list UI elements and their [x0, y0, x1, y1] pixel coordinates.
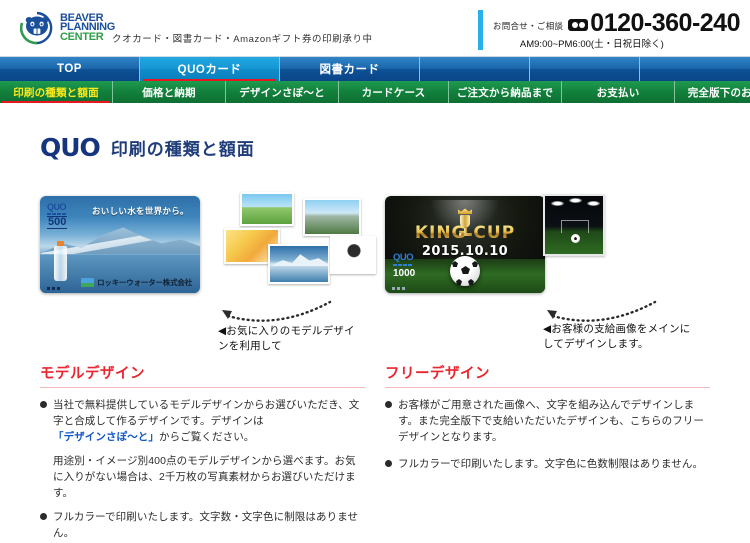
header-tagline: クオカード・図書カード・Amazonギフト券の印刷承り中 [112, 34, 373, 45]
contact-block: お問合せ・ご相談 0120-360-240 AM9:00~PM6:00(土・日祝… [477, 9, 740, 50]
bullet-dot-icon [385, 460, 392, 467]
nav-tab-empty-3[interactable] [640, 57, 750, 81]
nav-tab-top[interactable]: TOP [0, 57, 140, 81]
nav-tab-tosho-card[interactable]: 図書カード [280, 57, 420, 81]
model-design-subparagraph: 用途別・イメージ別400点のモデルデザインから選べます。お気に入りがない場合は、… [53, 455, 356, 499]
bullet-dot-icon [40, 513, 47, 520]
nav-tab-tosho-card-label: 図書カード [319, 64, 380, 76]
card-quo-badge: QUO 1000 [393, 253, 425, 279]
contact-label: お問合せ・ご相談 [492, 21, 564, 31]
card-punch-marks [47, 287, 60, 290]
site-header: BEAVER PLANNING CENTER クオカード・図書カード・Amazo… [0, 0, 750, 56]
subnav-print-types-label: 印刷の種類と額面 [13, 86, 99, 99]
subnav-complete-artwork[interactable]: 完全版下のお客様 [675, 81, 750, 103]
card-quo-label: QUO [393, 252, 414, 263]
bullet-item: お客様がご用意された画像へ、文字を組み込んでデザインします。また完全版下で支給い… [385, 397, 710, 445]
bullet-text: お客様がご用意された画像へ、文字を組み込んでデザインします。また完全版下で支給い… [398, 399, 705, 443]
card-headline: おいしい水を世界から。 [92, 206, 189, 216]
design-type-panels: QUO 500 おいしい水を世界から。 ロッキーウォーター株式会社 ◀お気に入り… [40, 192, 710, 543]
primary-navigation: TOP QUOカード 図書カード [0, 56, 750, 81]
bullet-text: フルカラーで印刷いたします。文字色に色数制限はありません。 [398, 458, 704, 470]
heading-rule [40, 387, 365, 388]
free-design-caption-line2: してデザインします。 [543, 338, 649, 350]
card-punch-marks [392, 287, 405, 290]
free-design-caption-line1: ◀お客様の支給画像をメインに [543, 323, 691, 335]
thumbnail-animal [330, 236, 376, 274]
bullet-item: フルカラーで印刷いたします。文字数・文字色に制限はありません。 [40, 509, 365, 541]
thumbnail-landscape [303, 198, 361, 236]
bullet-text: フルカラーで印刷いたします。文字数・文字色に制限はありません。 [53, 511, 359, 539]
free-design-heading: フリーデザイン [385, 366, 490, 382]
card-title: KING CUP [385, 223, 545, 243]
secondary-navigation: 印刷の種類と額面 価格と納期 デザインさぽ〜と カードケース ご注文から納品まで… [0, 81, 750, 103]
bullet-dot-icon [40, 401, 47, 408]
business-hours: AM9:00~PM6:00(土・日祝日除く) [519, 39, 664, 50]
beaver-logo-icon [18, 9, 56, 47]
bullet-item: 当社で無料提供しているモデルデザインからお選びいただき、文字と合成して作るデザイ… [40, 397, 365, 445]
bullet-text-after: からご覧ください。 [159, 431, 255, 443]
nav-tab-quo-card[interactable]: QUOカード [140, 57, 280, 81]
page-title: QUO 印刷の種類と額面 [40, 103, 710, 166]
free-design-heading-block: フリーデザイン [385, 362, 710, 388]
subnav-design-support[interactable]: デザインさぽ〜と [226, 81, 339, 103]
card-barcode-icon [393, 264, 425, 266]
soccer-ball-graphic [450, 256, 480, 286]
freedial-icon [568, 19, 589, 31]
company-logo-icon [81, 278, 95, 287]
model-design-panel: QUO 500 おいしい水を世界から。 ロッキーウォーター株式会社 ◀お気に入り… [40, 192, 376, 543]
bullet-text-before: 当社で無料提供しているモデルデザインからお選びいただき、文字と合成して作るデザイ… [53, 399, 360, 427]
bullet-item: フルカラーで印刷いたします。文字色に色数制限はありません。 [385, 456, 710, 472]
nav-tab-quo-card-label: QUOカード [177, 64, 242, 76]
bullet-text: 当社で無料提供しているモデルデザインからお選びいただき、文字と合成して作るデザイ… [53, 397, 365, 445]
model-design-thumbnails [218, 192, 376, 292]
quo-card-sample-free: KING CUP 2015.10.10 QUO 1000 [385, 196, 545, 293]
subnav-order-to-delivery[interactable]: ご注文から納品まで [449, 81, 562, 103]
cyan-accent-bar [477, 10, 483, 50]
subnav-price-delivery[interactable]: 価格と納期 [113, 81, 226, 103]
card-denomination: 1000 [393, 268, 416, 279]
customer-supplied-image-thumbnail [543, 194, 605, 256]
free-design-bullets: お客様がご用意された画像へ、文字を組み込んでデザインします。また完全版下で支給い… [385, 397, 710, 472]
card-quo-badge: QUO 500 [47, 203, 77, 229]
model-design-heading-block: モデルデザイン [40, 362, 365, 388]
quo-brand-mark: QUO [40, 133, 101, 162]
subnav-print-types[interactable]: 印刷の種類と額面 [0, 81, 113, 103]
model-design-bullets: 当社で無料提供しているモデルデザインからお選びいただき、文字と合成して作るデザイ… [40, 397, 365, 541]
page-content: QUO 印刷の種類と額面 QUO 500 おいしい水を世界から。 ロッキーウォー… [0, 103, 750, 543]
nav-tab-top-label: TOP [57, 63, 82, 75]
heading-rule [385, 387, 710, 388]
card-quo-label: QUO [47, 202, 67, 212]
water-bottle-graphic [54, 241, 67, 281]
subnav-payment[interactable]: お支払い [562, 81, 675, 103]
site-logo[interactable]: BEAVER PLANNING CENTER [18, 9, 115, 47]
phone-number: 0120-360-240 [590, 9, 740, 37]
quo-card-sample-model: QUO 500 おいしい水を世界から。 ロッキーウォーター株式会社 [40, 196, 200, 293]
page-title-text: 印刷の種類と額面 [110, 140, 255, 159]
nav-tab-empty-1[interactable] [420, 57, 530, 81]
subnav-card-case[interactable]: カードケース [339, 81, 449, 103]
bullet-dot-icon [385, 401, 392, 408]
card-company-name: ロッキーウォーター株式会社 [97, 278, 192, 287]
card-denomination: 500 [47, 216, 68, 229]
card-company-credit: ロッキーウォーター株式会社 [81, 277, 192, 288]
logo-line-3: CENTER [60, 30, 104, 43]
thumbnail-mountain-lake [268, 244, 330, 284]
card-barcode-icon [47, 213, 77, 215]
model-design-heading: モデルデザイン [40, 366, 145, 382]
dotted-arrow-left-icon [218, 300, 333, 326]
nav-tab-empty-2[interactable] [530, 57, 640, 81]
thumbnail-field [240, 192, 294, 226]
model-design-caption: ◀お気に入りのモデルデザインを利用して [218, 325, 355, 352]
design-support-link[interactable]: 「デザインさぽ〜と」 [53, 431, 159, 443]
free-design-panel: KING CUP 2015.10.10 QUO 1000 ◀お客様の支給画像をメ… [385, 194, 710, 543]
